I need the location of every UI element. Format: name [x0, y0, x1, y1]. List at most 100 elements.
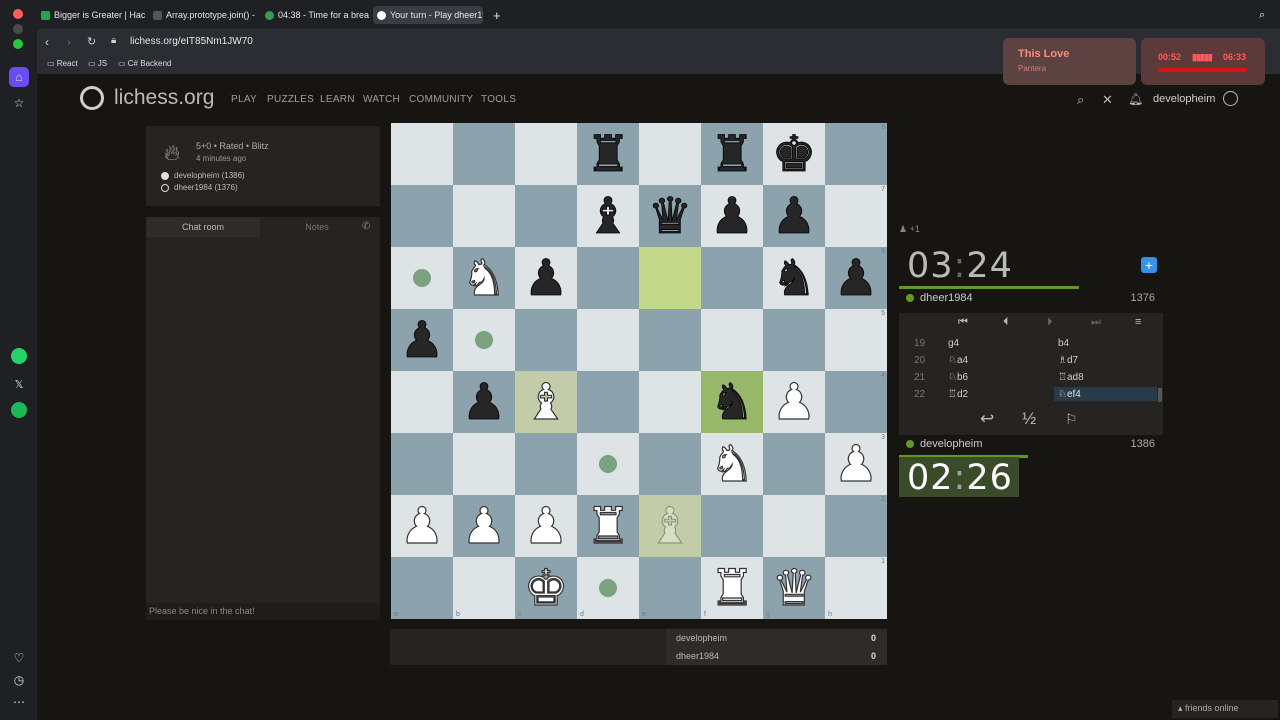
close-icon[interactable]: ✕: [1102, 92, 1113, 108]
nav-learn[interactable]: LEARN: [320, 94, 355, 105]
phone-icon[interactable]: ✆: [362, 221, 370, 232]
black-rook-icon[interactable]: ♜: [585, 129, 631, 180]
tab-timer[interactable]: 04:38 - Time for a break: [261, 6, 369, 24]
square-d6[interactable]: [577, 247, 639, 309]
white-knight-icon[interactable]: ♞: [709, 438, 755, 489]
black-king-icon[interactable]: ♚: [771, 129, 817, 180]
square-h4[interactable]: 4: [825, 371, 887, 433]
square-c3[interactable]: [515, 433, 577, 495]
bookmark-js[interactable]: ▭ JS: [88, 59, 107, 68]
chess-board[interactable]: ♜ ♜ ♚ 8 ♝ ♛ ♟ ♟ 7 ♞ ♟ ♞ ♟ 6 ♟ 5 ♟ ♝ ♞ ♟ 4 ♞ ♟ 3 ♟ ♟ ♟ ♜ ♝ 2 a b ♚ c d e ♜ f ♛ g…: [391, 123, 887, 619]
reload-icon[interactable]: ↻: [87, 35, 96, 48]
square-g5[interactable]: [763, 309, 825, 371]
square-a5[interactable]: ♟: [391, 309, 453, 371]
menu-icon[interactable]: ≡: [1135, 316, 1141, 328]
tab-notes[interactable]: Notes: [260, 217, 374, 237]
close-window-icon[interactable]: [13, 9, 23, 19]
square-f8[interactable]: ♜: [701, 123, 763, 185]
forward-icon[interactable]: ›: [67, 35, 71, 49]
black-rook-icon[interactable]: ♜: [709, 129, 755, 180]
square-g4[interactable]: ♟: [763, 371, 825, 433]
black-player[interactable]: dheer1984 (1376): [161, 183, 238, 192]
white-knight-icon[interactable]: ♞: [461, 252, 507, 303]
bookmark-csharp[interactable]: ▭ C# Backend: [118, 59, 171, 68]
square-b1[interactable]: b: [453, 557, 515, 619]
square-b3[interactable]: [453, 433, 515, 495]
square-a8[interactable]: [391, 123, 453, 185]
square-g1[interactable]: ♛ g: [763, 557, 825, 619]
square-c1[interactable]: ♚ c: [515, 557, 577, 619]
tab-lichess[interactable]: Your turn - Play dheer19: [373, 6, 483, 24]
maximize-window-icon[interactable]: [13, 39, 23, 49]
white-pawn-icon[interactable]: ♟: [399, 500, 445, 551]
search-icon[interactable]: ⌕: [1077, 92, 1084, 108]
nav-play[interactable]: PLAY: [231, 94, 257, 105]
square-h1[interactable]: 1h: [825, 557, 887, 619]
bell-icon[interactable]: 🔔︎: [1128, 92, 1143, 106]
search-tabs-icon[interactable]: ⌕: [1255, 6, 1271, 24]
square-e3[interactable]: [639, 433, 701, 495]
site-logo[interactable]: lichess.org: [114, 86, 214, 110]
white-pawn-icon[interactable]: ♟: [771, 376, 817, 427]
white-pawn-icon[interactable]: ♟: [833, 438, 879, 489]
black-move[interactable]: b4: [1058, 338, 1069, 349]
square-c8[interactable]: [515, 123, 577, 185]
square-d2[interactable]: ♜: [577, 495, 639, 557]
square-f2[interactable]: [701, 495, 763, 557]
tab-mdn[interactable]: Array.prototype.join() -: [149, 6, 257, 24]
home-icon[interactable]: ⌂: [9, 67, 29, 87]
square-h2[interactable]: 2: [825, 495, 887, 557]
current-move[interactable]: ♘ef4: [1054, 387, 1157, 401]
black-queen-icon[interactable]: ♛: [647, 191, 693, 242]
url-field[interactable]: lichess.org/eIT85Nm1JW70: [130, 36, 253, 47]
next-move-icon[interactable]: ⏵: [1047, 316, 1053, 329]
black-bishop-icon[interactable]: ♝: [585, 191, 631, 242]
square-d3[interactable]: [577, 433, 639, 495]
square-g2[interactable]: [763, 495, 825, 557]
offer-draw-button[interactable]: ½: [1022, 409, 1036, 429]
black-knight-icon[interactable]: ♞: [771, 253, 817, 304]
square-h3[interactable]: ♟ 3: [825, 433, 887, 495]
square-f4[interactable]: ♞: [701, 371, 763, 433]
square-b8[interactable]: [453, 123, 515, 185]
nav-community[interactable]: COMMUNITY: [409, 94, 473, 105]
black-pawn-icon[interactable]: ♟: [461, 377, 507, 428]
prev-move-icon[interactable]: ⏴: [1003, 316, 1009, 329]
nav-watch[interactable]: WATCH: [363, 94, 400, 105]
add-time-button[interactable]: +: [1141, 257, 1157, 273]
white-rook-icon[interactable]: ♜: [709, 562, 755, 613]
white-queen-icon[interactable]: ♛: [771, 562, 817, 613]
black-pawn-icon[interactable]: ♟: [523, 253, 569, 304]
user-avatar-icon[interactable]: [1223, 91, 1238, 106]
white-pawn-icon[interactable]: ♟: [461, 500, 507, 551]
white-move[interactable]: ♘b6: [948, 372, 968, 383]
move-list-scrollbar[interactable]: [1158, 388, 1162, 402]
square-f1[interactable]: ♜ f: [701, 557, 763, 619]
square-a6[interactable]: [391, 247, 453, 309]
square-d4[interactable]: [577, 371, 639, 433]
black-pawn-icon[interactable]: ♟: [771, 191, 817, 242]
black-move[interactable]: ♗d7: [1058, 355, 1078, 366]
move-hint-dot[interactable]: [475, 331, 493, 349]
square-h8[interactable]: 8: [825, 123, 887, 185]
square-e8[interactable]: [639, 123, 701, 185]
black-pawn-icon[interactable]: ♟: [709, 191, 755, 242]
square-c5[interactable]: [515, 309, 577, 371]
white-pawn-icon[interactable]: ♟: [523, 500, 569, 551]
more-icon[interactable]: ⋯: [9, 692, 29, 712]
takeback-icon[interactable]: ↩: [980, 409, 994, 429]
white-king-icon[interactable]: ♚: [523, 562, 569, 613]
square-d5[interactable]: [577, 309, 639, 371]
black-knight-icon[interactable]: ♞: [709, 377, 755, 428]
square-c6[interactable]: ♟: [515, 247, 577, 309]
square-g8[interactable]: ♚: [763, 123, 825, 185]
minimize-window-icon[interactable]: [13, 24, 23, 34]
black-pawn-icon[interactable]: ♟: [399, 315, 445, 366]
square-e7[interactable]: ♛: [639, 185, 701, 247]
square-b7[interactable]: [453, 185, 515, 247]
bookmark-react[interactable]: ▭ React: [47, 59, 78, 68]
square-b4[interactable]: ♟: [453, 371, 515, 433]
last-move-icon[interactable]: ⏭: [1091, 316, 1101, 329]
chat-input[interactable]: Please be nice in the chat!: [146, 603, 380, 620]
square-f5[interactable]: [701, 309, 763, 371]
